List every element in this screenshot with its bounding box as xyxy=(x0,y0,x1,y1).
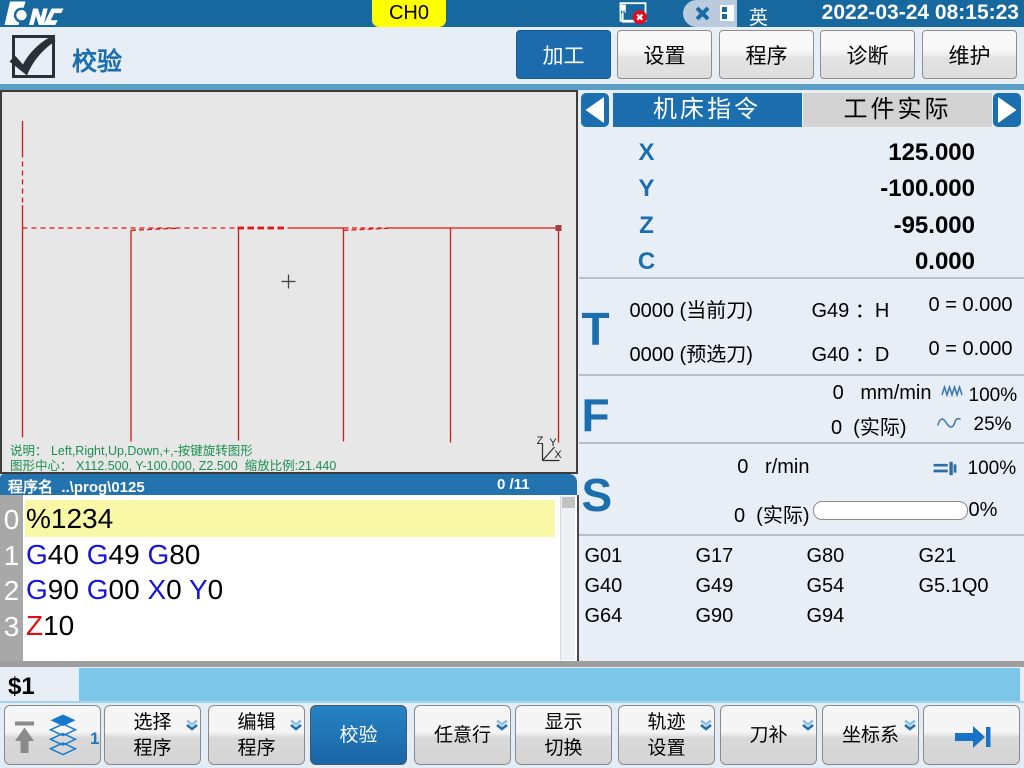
svg-text:Z: Z xyxy=(537,435,544,447)
svg-text:X: X xyxy=(554,449,562,461)
svg-text:Y: Y xyxy=(549,437,557,449)
